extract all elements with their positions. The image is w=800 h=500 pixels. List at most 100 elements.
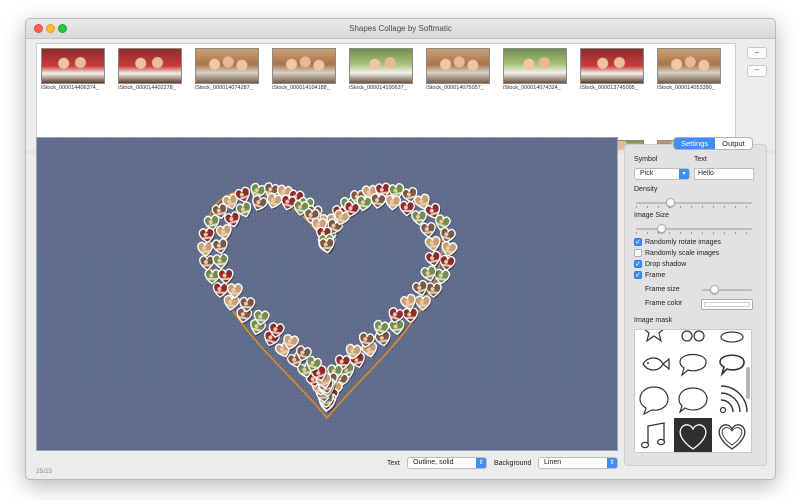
text-input[interactable]: Hello [694, 168, 754, 180]
frame-color-label: Frame color [645, 300, 683, 307]
slider-ticks [636, 206, 752, 208]
slider-knob[interactable] [710, 285, 720, 294]
thumbnail-photo [657, 48, 721, 84]
checkbox-label: Frame [645, 271, 666, 279]
thumbnail-caption: iStock_000014074324_ [503, 85, 561, 91]
slider-ticks [636, 232, 752, 234]
text-style-popup[interactable]: Outline, solid ⇕ [407, 457, 487, 469]
ring-icon[interactable] [674, 330, 712, 346]
checkbox-box[interactable]: ✓ [634, 238, 642, 246]
image-mask-label: Image mask [634, 317, 673, 324]
speech-bubble-icon[interactable] [674, 346, 712, 382]
image-thumbnail[interactable]: iStock_000014100637_ [349, 48, 413, 92]
collage-photo-heart [402, 307, 419, 325]
frame-size-slider[interactable] [702, 285, 752, 295]
thumbnail-caption: iStock_000014074287_ [195, 85, 253, 91]
checkbox-box[interactable]: ✓ [634, 260, 642, 268]
image-browser[interactable]: iStock_000014406374_ iStock_000014402278… [36, 43, 736, 150]
drop-shadow-checkbox[interactable]: ✓ Drop shadow [634, 260, 686, 268]
image-thumbnail[interactable]: iStock_000014406374_ [41, 48, 105, 92]
thumbnail-caption: iStock_000014053390_ [657, 85, 715, 91]
music-note-icon[interactable] [635, 418, 673, 452]
image-count-status: 25/25 [36, 468, 53, 475]
frame-color-swatch [704, 302, 750, 307]
image-thumbnail[interactable]: iStock_000014074287_ [195, 48, 259, 92]
collage-canvas[interactable] [36, 137, 618, 451]
image-size-label: Image Size [634, 212, 670, 219]
collage-photo-heart [424, 250, 442, 268]
thumbnail-photo [426, 48, 490, 84]
remove-image-button[interactable]: – [747, 47, 767, 59]
image-thumbnail[interactable]: iStock_000014074324_ [503, 48, 567, 92]
checkbox-label: Drop shadow [645, 260, 687, 268]
text-style-value: Outline, solid [413, 459, 454, 466]
frame-color-well[interactable] [701, 299, 753, 310]
thumbnail-caption: iStock_000013745095_ [580, 85, 638, 91]
window-title: Shapes Collage by Softmatic [349, 24, 452, 33]
checkbox-label: Randomly rotate images [645, 238, 721, 246]
slider-knob[interactable] [665, 198, 675, 207]
background-label: Background [494, 460, 532, 467]
collage-photo-heart [414, 295, 432, 312]
background-popup[interactable]: Linen ⇕ [538, 457, 618, 469]
image-thumbnail[interactable]: iStock_000014104188_ [272, 48, 336, 92]
collage-photo-heart [217, 268, 235, 286]
collage-photo-heart [215, 223, 233, 241]
heart-filled-icon[interactable] [674, 418, 712, 452]
collage-hearts [197, 182, 458, 414]
thumbnail-photo [41, 48, 105, 84]
image-thumbnail[interactable]: iStock_000013745095_ [580, 48, 644, 92]
title-bar: Shapes Collage by Softmatic [26, 19, 775, 39]
thumbnail-caption: iStock_000014104188_ [272, 85, 330, 91]
frame-size-label: Frame size [645, 286, 680, 293]
randomly-scale-checkbox[interactable]: Randomly scale images [634, 249, 719, 257]
mask-scrollbar[interactable] [746, 367, 750, 399]
image-thumbnail[interactable]: iStock_000014402278_ [118, 48, 182, 92]
more-button[interactable]: -- [747, 65, 767, 77]
fish-icon[interactable] [635, 346, 673, 382]
app-window: Shapes Collage by Softmatic iStock_00001… [25, 18, 776, 480]
density-label: Density [634, 186, 658, 193]
checkbox-box[interactable] [634, 249, 642, 257]
bottom-text-label: Text [387, 460, 400, 467]
randomly-rotate-checkbox[interactable]: ✓ Randomly rotate images [634, 238, 721, 246]
thumbnail-photo [503, 48, 567, 84]
density-slider[interactable] [636, 198, 752, 208]
image-thumbnail[interactable]: iStock_000014075057_ [426, 48, 490, 92]
frame-checkbox[interactable]: ✓ Frame [634, 271, 665, 279]
image-size-slider[interactable] [636, 224, 752, 234]
slider-track [636, 202, 752, 204]
symbol-popup[interactable]: Pick ▾ [634, 168, 690, 180]
chevron-down-icon: ▾ [679, 169, 689, 179]
heart-collage [197, 182, 458, 420]
tab-output[interactable]: Output [715, 138, 752, 149]
star-icon[interactable] [635, 330, 673, 346]
tab-settings[interactable]: Settings [674, 138, 716, 149]
chevron-updown-icon: ⇕ [476, 458, 486, 468]
settings-output-tabs: Settings Output [673, 137, 753, 150]
round-bubble-icon[interactable] [635, 382, 673, 418]
thumbnail-photo [118, 48, 182, 84]
thumbnail-photo [272, 48, 336, 84]
checkbox-label: Randomly scale images [645, 249, 720, 257]
text-label: Text [694, 156, 707, 163]
collage-photo-heart [211, 238, 229, 256]
checkbox-box[interactable]: ✓ [634, 271, 642, 279]
chevron-updown-icon: ⇕ [607, 458, 617, 468]
collage-photo-heart [370, 192, 387, 210]
background-value: Linen [544, 459, 562, 466]
collage-photo-heart [212, 253, 229, 271]
slider-track [636, 228, 752, 230]
collage-photo-heart [318, 237, 336, 255]
collage-photo-heart [252, 194, 268, 213]
loop-icon[interactable] [713, 330, 751, 346]
cloud-bubble-icon[interactable] [674, 382, 712, 418]
heart-outline-icon[interactable] [713, 418, 751, 452]
image-mask-grid[interactable] [634, 329, 752, 453]
image-thumbnail[interactable]: iStock_000014053390_ [657, 48, 721, 92]
symbol-value: Pick [640, 170, 654, 177]
thumbnail-caption: iStock_000014402278_ [118, 85, 176, 91]
collage-photo-heart [385, 194, 402, 212]
collage-photo-heart [424, 235, 442, 253]
thumbnail-photo [580, 48, 644, 84]
